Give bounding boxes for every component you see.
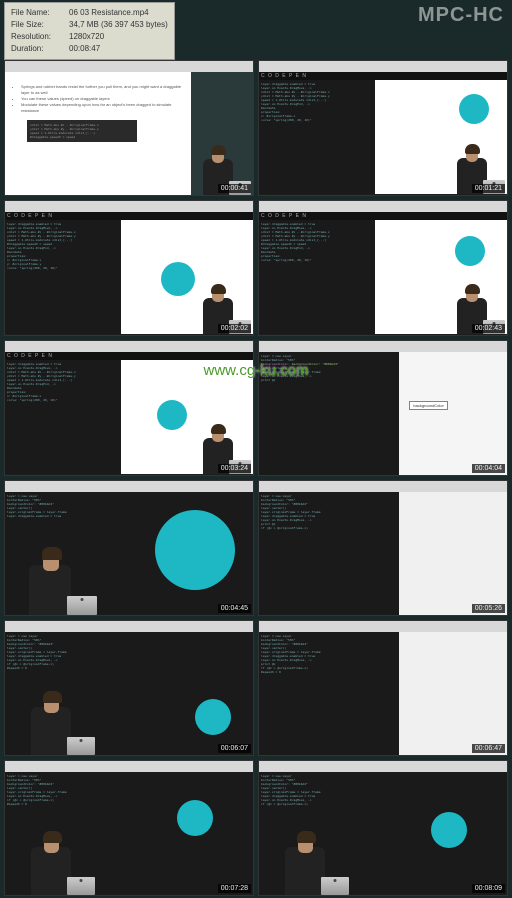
browser-chrome: [5, 201, 253, 212]
thumbnail: layer = new Layer borderRadius: "50%" ba…: [4, 760, 254, 896]
timestamp: 00:07:28: [218, 884, 251, 893]
thumbnail: layer = new Layer borderRadius: "50%" ba…: [4, 620, 254, 756]
codepen-label: C O D E P E N: [5, 212, 253, 220]
code-pane: layer.draggable.enabled = true layer.on …: [259, 220, 375, 334]
timestamp: 00:06:07: [218, 744, 251, 753]
timestamp: 00:01:21: [472, 184, 505, 193]
label-filename: File Name:: [11, 7, 69, 19]
circle-shape: [157, 400, 187, 430]
code-pane: layer.draggable.enabled = true layer.on …: [259, 80, 375, 194]
thumbnail: C O D E P E N layer.draggable.enabled = …: [4, 340, 254, 476]
slide-bullets: Springs and rubber bands resist the furt…: [21, 84, 185, 114]
value-filename: 06 03 Resistance.mp4: [69, 8, 149, 17]
presenter-thumbnail: [7, 545, 97, 615]
browser-chrome: [259, 341, 507, 352]
presenter-thumbnail: [7, 829, 95, 895]
browser-chrome: [259, 61, 507, 72]
browser-chrome: [259, 761, 507, 772]
circle-shape: [431, 812, 467, 848]
circle-shape: [195, 699, 231, 735]
value-resolution: 1280x720: [69, 32, 104, 41]
value-filesize: 34,7 MB (36 397 453 bytes): [69, 20, 168, 29]
code-pane: layer = new Layer borderRadius: "50%" ba…: [259, 492, 399, 615]
preview-pane: [133, 772, 253, 895]
timestamp: 00:02:43: [472, 324, 505, 333]
preview-pane: [387, 772, 507, 895]
preview-pane: [399, 492, 507, 615]
code-pane: layer = new Layer borderRadius: "50%" ba…: [259, 772, 387, 895]
thumbnail: C O D E P E N layer.draggable.enabled = …: [4, 200, 254, 336]
browser-chrome: [5, 61, 253, 72]
thumbnail: layer = new Layer borderRadius: "50%" ba…: [258, 760, 508, 896]
value-duration: 00:08:47: [69, 44, 100, 53]
preview-pane: [399, 632, 507, 755]
file-info-box: File Name:06 03 Resistance.mp4 File Size…: [4, 2, 175, 60]
browser-chrome: [259, 621, 507, 632]
thumbnail-grid: Springs and rubber bands resist the furt…: [4, 60, 508, 896]
label-resolution: Resolution:: [11, 31, 69, 43]
browser-chrome: [5, 481, 253, 492]
circle-shape: [455, 236, 485, 266]
circle-shape: [459, 94, 489, 124]
preview-pane: backgroundColor: [399, 352, 507, 475]
timestamp: 00:04:04: [472, 464, 505, 473]
preview-pane: [133, 492, 253, 615]
timestamp: 00:00:41: [218, 184, 251, 193]
preview-pane: [375, 80, 507, 194]
browser-chrome: [259, 201, 507, 212]
thumbnail: C O D E P E N layer.draggable.enabled = …: [258, 200, 508, 336]
preview-pane: [375, 220, 507, 334]
thumbnail: C O D E P E N layer.draggable.enabled = …: [258, 60, 508, 196]
timestamp: 00:05:26: [472, 604, 505, 613]
code-pane: layer = new Layer borderRadius: "50%" ba…: [259, 632, 399, 755]
thumbnail: Springs and rubber bands resist the furt…: [4, 60, 254, 196]
thumbnail: layer = new Layer borderRadius: "50%" ba…: [258, 480, 508, 616]
code-pane: layer = new Layer borderRadius: "50%" ba…: [5, 772, 133, 895]
preview-pane: [121, 220, 253, 334]
code-pane: layer.draggable.enabled = true layer.on …: [5, 220, 121, 334]
label-filesize: File Size:: [11, 19, 69, 31]
presenter-thumbnail: [261, 829, 349, 895]
circle-shape: [177, 800, 213, 836]
browser-chrome: [5, 761, 253, 772]
app-title: MPC-HC: [418, 4, 504, 27]
codepen-label: C O D E P E N: [259, 72, 507, 80]
code-pane: layer = new Layer borderRadius: "50%" ba…: [5, 632, 133, 755]
browser-chrome: [5, 341, 253, 352]
timestamp: 00:08:09: [472, 884, 505, 893]
timestamp: 00:02:02: [218, 324, 251, 333]
browser-chrome: [5, 621, 253, 632]
thumbnail: layer = new Layer borderRadius: "50%" ba…: [4, 480, 254, 616]
slide-code: xdist = Math.abs #x - #originalFrame.x y…: [27, 120, 137, 142]
label-duration: Duration:: [11, 43, 69, 55]
code-pane: layer = new Layer borderRadius: "50%" ba…: [5, 492, 133, 615]
code-pane: layer.draggable.enabled = true layer.on …: [5, 360, 121, 474]
codepen-label: C O D E P E N: [259, 212, 507, 220]
timestamp: 00:03:24: [218, 464, 251, 473]
thumbnail: layer = new Layer borderRadius: "50%" ba…: [258, 620, 508, 756]
presenter-thumbnail: [7, 689, 95, 755]
timestamp: 00:06:47: [472, 744, 505, 753]
codepen-label: C O D E P E N: [5, 352, 253, 360]
thumbnail: layer = new Layer borderRadius: "50%" ba…: [258, 340, 508, 476]
timestamp: 00:04:45: [218, 604, 251, 613]
watermark-url: www.cg-ku.com: [203, 362, 308, 379]
browser-chrome: [259, 481, 507, 492]
preview-pane: [133, 632, 253, 755]
circle-shape: [155, 510, 235, 590]
